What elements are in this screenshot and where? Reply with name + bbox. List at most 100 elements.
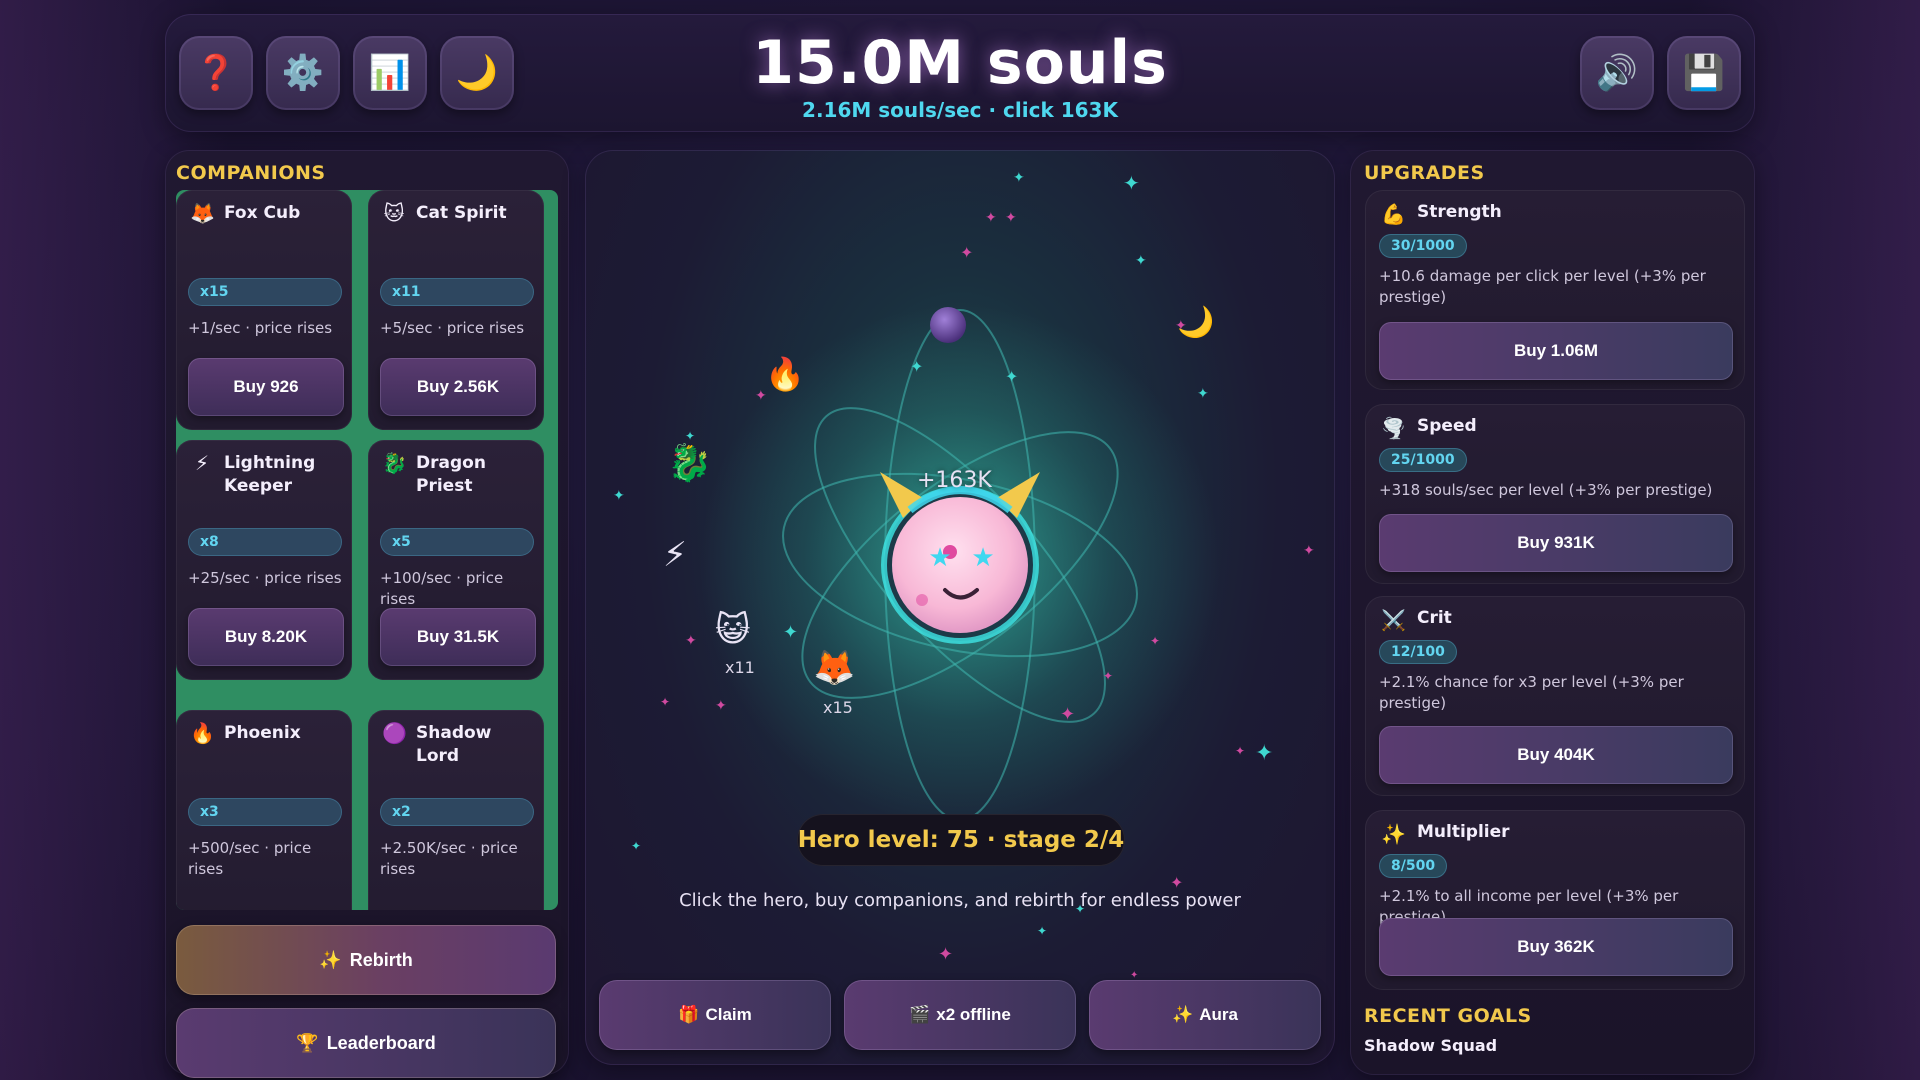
claim-label: Claim [705,1005,752,1024]
trophy-icon: 🏆 [296,1032,319,1053]
buy-crit-button[interactable]: Buy 404K [1379,726,1733,784]
souls-total: 15.0M souls [752,28,1168,98]
lightning-icon: ⚡ [194,451,210,475]
save-button[interactable]: 💾 [1667,36,1741,110]
companion-name: Cat Spirit [416,203,507,223]
companion-desc: +500/sec · price rises [188,839,312,878]
rebirth-button[interactable]: ✨ Rebirth [176,925,556,995]
recent-goal-item: Shadow Squad [1364,1036,1498,1055]
svg-text:✦: ✦ [1013,170,1025,186]
svg-text:✦: ✦ [938,944,953,965]
svg-text:★: ★ [971,543,994,573]
flexed-arm-icon: 💪 [1381,202,1406,226]
tagline: Click the hero, buy companions, and rebi… [679,890,1241,911]
companion-card-dragon-priest: 🐉 Dragon Priest x5 +100/sec · price rises… [368,440,544,680]
buy-speed-button[interactable]: Buy 931K [1379,514,1733,572]
buy-strength-button[interactable]: Buy 1.06M [1379,322,1733,380]
fire-icon: 🔥 [765,355,805,393]
companion-desc: +5/sec · price rises [380,319,525,337]
companion-card-cat-spirit: 🐱 Cat Spirit x11 +5/sec · price rises Buy… [368,190,544,430]
upgrade-desc: +2.1% chance for x3 per level (+3% per p… [1379,673,1684,712]
svg-text:✦: ✦ [985,210,997,226]
orbit-cat-count: x11 [725,658,755,677]
aura-label: Aura [1199,1005,1238,1024]
upgrade-level: 12/100 [1379,640,1457,664]
cat-icon: 🐱 [383,201,405,225]
companion-name: Phoenix [224,723,301,743]
gift-icon: 🎁 [678,1005,700,1024]
upgrade-name: Speed [1417,416,1477,436]
lightning-icon: ⚡ [663,535,687,575]
buy-fox-cub-button[interactable]: Buy 926 [188,358,344,416]
upgrade-level: 30/1000 [1379,234,1467,258]
companion-count: x8 [188,528,342,556]
svg-text:✦: ✦ [1005,367,1018,386]
companion-card-fox-cub: 🦊 Fox Cub x15 +1/sec · price rises Buy 92… [176,190,352,430]
sparkles-icon: ✨ [1381,822,1406,846]
companions-list[interactable]: 🦊 Fox Cub x15 +1/sec · price rises Buy 92… [176,190,558,910]
upgrade-name: Crit [1417,608,1452,628]
companion-count: x5 [380,528,534,556]
stage-art: ✦ ✦ ✦ ✦ ✦ ✦ ✦ ✦ ✦ ✦ ✦ ✦ ✦ ✦ ✦ ✦ ✦ ✦ ✦ ✦ … [613,170,1315,981]
hero-character[interactable]: ★ ★ [880,472,1040,644]
companion-name: Shadow Lord [416,723,492,766]
buy-cat-spirit-button[interactable]: Buy 2.56K [380,358,536,416]
tornado-icon: 🌪️ [1381,416,1406,440]
companion-desc: +25/sec · price rises [188,569,342,587]
svg-text:✦: ✦ [1103,669,1113,683]
svg-text:✦: ✦ [613,488,625,504]
companion-desc: +2.50K/sec · price rises [380,839,518,878]
svg-text:✦: ✦ [910,357,923,376]
svg-text:★: ★ [928,543,951,573]
companion-count: x15 [188,278,342,306]
sparkles-icon: ✨ [319,949,342,970]
svg-text:✦: ✦ [783,622,798,643]
top-bar: ❓ ⚙️ 📊 🌙 15.0M souls 2.16M souls/sec · c… [165,14,1755,132]
upgrade-name: Strength [1417,202,1502,222]
orbit-cat-icon: 😺 [715,610,751,650]
upgrade-level: 25/1000 [1379,448,1467,472]
fox-icon: 🦊 [190,201,215,225]
souls-rate: 2.16M souls/sec · click 163K [802,98,1118,122]
leaderboard-button[interactable]: 🏆 Leaderboard [176,1008,556,1078]
companion-name: Dragon Priest [416,453,486,496]
companion-count: x2 [380,798,534,826]
svg-text:✦: ✦ [1197,386,1209,402]
svg-text:✦: ✦ [1150,634,1160,648]
buy-multiplier-button[interactable]: Buy 362K [1379,918,1733,976]
svg-text:✦: ✦ [631,839,641,853]
buy-lightning-keeper-button[interactable]: Buy 8.20K [188,608,344,666]
svg-text:✦: ✦ [1135,253,1147,269]
speaker-icon: 🔊 [1595,53,1639,93]
aura-button[interactable]: ✨ Aura [1089,980,1321,1050]
sound-button[interactable]: 🔊 [1580,36,1654,110]
moon-icon: 🌙 [1177,305,1215,340]
companion-card-shadow-lord: 🟣 Shadow Lord x2 +2.50K/sec · price rises [368,710,544,910]
fire-icon: 🔥 [190,721,215,745]
companion-count: x3 [188,798,342,826]
svg-text:✦: ✦ [715,698,727,714]
svg-text:✦: ✦ [1005,210,1017,226]
companion-desc: +1/sec · price rises [188,319,333,337]
svg-text:✦: ✦ [1255,741,1273,766]
claim-button[interactable]: 🎁 Claim [599,980,831,1050]
sparkles-icon: ✨ [1172,1005,1194,1024]
upgrade-card-crit: ⚔️ Crit 12/100 +2.1% chance for x3 per le… [1365,596,1745,796]
buy-dragon-priest-button[interactable]: Buy 31.5K [380,608,536,666]
upgrade-level: 8/500 [1379,854,1448,878]
upgrade-card-strength: 💪 Strength 30/1000 +10.6 damage per click… [1365,190,1745,390]
hero-stage: ✦ ✦ ✦ ✦ ✦ ✦ ✦ ✦ ✦ ✦ ✦ ✦ ✦ ✦ ✦ ✦ ✦ ✦ ✦ ✦ … [585,150,1335,1065]
double-offline-button[interactable]: 🎬 x2 offline [844,980,1076,1050]
upgrade-desc: +318 souls/sec per level (+3% per presti… [1379,481,1713,499]
upgrades-title: UPGRADES [1364,162,1485,184]
dragon-icon: 🐉 [382,451,407,475]
companion-card-phoenix: 🔥 Phoenix x3 +500/sec · price rises [176,710,352,910]
orbit-fox-count: x15 [823,698,853,717]
companion-card-lightning-keeper: ⚡ Lightning Keeper x8 +25/sec · price ris… [176,440,352,680]
svg-text:✦: ✦ [1235,744,1245,758]
floppy-disk-icon: 💾 [1682,53,1726,93]
planet [930,307,966,343]
svg-text:✦: ✦ [685,633,697,649]
companions-title: COMPANIONS [176,162,326,184]
svg-text:✦: ✦ [1037,924,1047,938]
